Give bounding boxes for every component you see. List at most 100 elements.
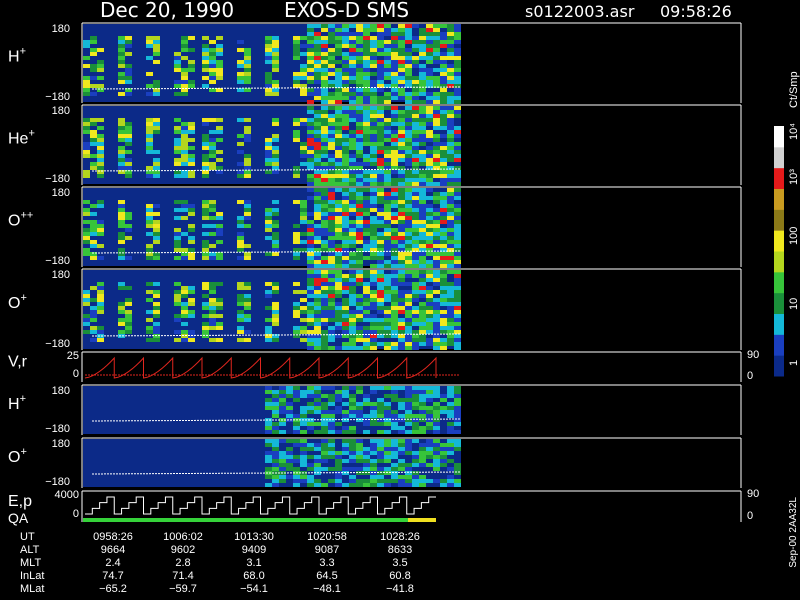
spectrogram-cell xyxy=(433,406,440,410)
spectrogram-cell xyxy=(272,483,279,487)
spectrogram-cell xyxy=(419,264,426,268)
spectrogram-cell xyxy=(188,286,195,290)
spectrogram-cell xyxy=(307,286,314,290)
spectrogram-cell xyxy=(307,260,314,264)
spectrogram-cell xyxy=(398,52,405,56)
spectrogram-cell xyxy=(328,236,335,240)
spectrogram-cell xyxy=(272,36,279,40)
spectrogram-cell xyxy=(440,192,447,196)
spectrogram-cell xyxy=(377,44,384,48)
spectrogram-cell xyxy=(447,314,454,318)
spectrogram-cell xyxy=(300,326,307,330)
spectrogram-cell xyxy=(97,162,104,166)
spectrogram-cell xyxy=(377,483,384,487)
spectrogram-cell xyxy=(377,443,384,447)
spectrogram-cell xyxy=(209,286,216,290)
spectrogram-cell xyxy=(454,208,461,212)
spectrogram-cell xyxy=(419,228,426,232)
spectrogram-cell xyxy=(419,212,426,216)
spectrogram-cell xyxy=(342,410,349,414)
spectrogram-cell xyxy=(398,244,405,248)
spectrogram-cell xyxy=(328,118,335,122)
spectrogram-cell xyxy=(314,342,321,346)
spectrogram-cell xyxy=(426,298,433,302)
spectrogram-cell xyxy=(370,52,377,56)
spectrogram-cell xyxy=(419,72,426,76)
spectrogram-cell xyxy=(293,256,300,260)
spectrogram-cell xyxy=(307,52,314,56)
spectrogram-cell xyxy=(405,92,412,96)
spectrogram-cell xyxy=(342,224,349,228)
spectrogram-cell xyxy=(405,463,412,467)
spectrogram-cell xyxy=(412,150,419,154)
spectrogram-cell xyxy=(335,154,342,158)
spectrogram-cell xyxy=(377,142,384,146)
spectrogram-cell xyxy=(146,118,153,122)
spectrogram-cell xyxy=(300,459,307,463)
spectrogram-cell xyxy=(398,463,405,467)
spectrogram-cell xyxy=(377,220,384,224)
spectrogram-cell xyxy=(363,430,370,434)
spectrogram-cell xyxy=(433,422,440,426)
spectrogram-cell xyxy=(405,56,412,60)
spectrogram-cell xyxy=(300,439,307,443)
spectrogram-cell xyxy=(426,394,433,398)
spectrogram-cell xyxy=(300,318,307,322)
spectrogram-cell xyxy=(97,64,104,68)
spectrogram-cell xyxy=(363,224,370,228)
spectrogram-cell xyxy=(146,208,153,212)
spectrogram-cell xyxy=(209,118,216,122)
ephem-value: 3.1 xyxy=(246,557,261,569)
spectrogram-cell xyxy=(174,150,181,154)
spectrogram-cell xyxy=(363,44,370,48)
spectrogram-cell xyxy=(181,122,188,126)
spectrogram-cell xyxy=(363,463,370,467)
spectrogram-cell xyxy=(426,68,433,72)
spectrogram-cell xyxy=(454,439,461,443)
spectrogram-cell xyxy=(146,220,153,224)
spectrogram-cell xyxy=(384,260,391,264)
spectrogram-cell xyxy=(391,150,398,154)
spectrogram-cell xyxy=(342,170,349,174)
spectrogram-cell xyxy=(391,256,398,260)
spectrogram-cell xyxy=(440,282,447,286)
spectrogram-cell xyxy=(384,100,391,104)
spectrogram-cell xyxy=(426,100,433,104)
spectrogram-cell xyxy=(328,72,335,76)
spectrogram-cell xyxy=(307,44,314,48)
spectrogram-cell xyxy=(314,402,321,406)
spectrogram-cell xyxy=(216,322,223,326)
spectrogram-cell xyxy=(118,166,125,170)
spectrogram-cell xyxy=(97,220,104,224)
spectrogram-cell xyxy=(370,232,377,236)
panel-o: O+180−180 xyxy=(8,268,742,350)
spectrogram-cell xyxy=(97,200,104,204)
colorbar-segment xyxy=(774,209,784,231)
spectrogram-cell xyxy=(454,274,461,278)
spectrogram-cell xyxy=(328,274,335,278)
spectrogram-cell xyxy=(377,294,384,298)
spectrogram-cell xyxy=(293,455,300,459)
spectrogram-cell xyxy=(328,298,335,302)
spectrogram-cell xyxy=(125,162,132,166)
spectrogram-cell xyxy=(356,439,363,443)
spectrogram-cell xyxy=(412,398,419,402)
spectrogram-cell xyxy=(328,252,335,256)
spectrogram-cell xyxy=(419,290,426,294)
spectrogram-cell xyxy=(146,212,153,216)
spectrogram-cell xyxy=(272,150,279,154)
spectrogram-cell xyxy=(328,106,335,110)
spectrogram-cell xyxy=(454,60,461,64)
spectrogram-cell xyxy=(405,322,412,326)
spectrogram-cell xyxy=(321,126,328,130)
spectrogram-cell xyxy=(265,44,272,48)
spectrogram-cell xyxy=(370,220,377,224)
spectrogram-cell xyxy=(321,346,328,350)
spectrogram-cell xyxy=(293,40,300,44)
spectrogram-cell xyxy=(349,200,356,204)
spectrogram-cell xyxy=(377,96,384,100)
spectrogram-cell xyxy=(335,28,342,32)
spectrogram-cell xyxy=(377,422,384,426)
spectrogram-cell xyxy=(447,24,454,28)
spectrogram-cell xyxy=(286,467,293,471)
